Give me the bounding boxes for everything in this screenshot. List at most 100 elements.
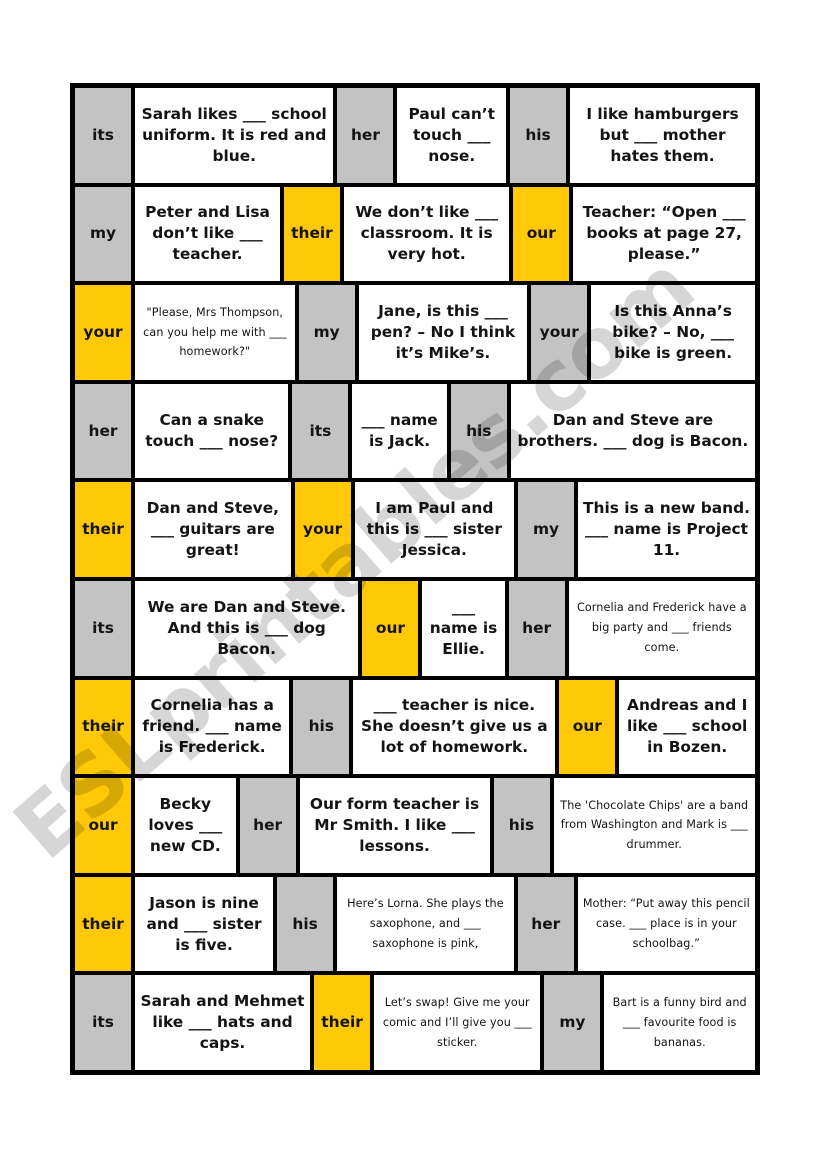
answer-word-cell[interactable]: its: [75, 975, 135, 1070]
sentence-text: "Please, Mrs Thompson, can you help me w…: [143, 305, 287, 359]
answer-word-label: my: [313, 323, 340, 342]
answer-word-label: their: [82, 520, 124, 539]
sentence-text: Dan and Steve are brothers. ___ dog is B…: [517, 411, 749, 451]
answer-word-cell[interactable]: his: [277, 876, 338, 972]
answer-word-cell[interactable]: their: [75, 876, 135, 972]
answer-word-cell[interactable]: his: [493, 778, 554, 873]
sentence-text: ___ name is Jack.: [361, 411, 438, 451]
answer-word-cell[interactable]: your: [531, 285, 592, 380]
sentence-card-cell[interactable]: Cornelia has a friend. ___ name is Frede…: [135, 679, 294, 775]
answer-word-label: its: [309, 421, 332, 440]
sentence-card-cell[interactable]: Dan and Steve are brothers. ___ dog is B…: [510, 383, 755, 479]
answer-word-cell[interactable]: my: [518, 482, 578, 577]
board-row: our Becky loves ___ new CD. her Our form te…: [75, 778, 755, 877]
sentence-card-cell[interactable]: Can a snake touch ___ nose?: [135, 383, 293, 479]
answer-word-cell[interactable]: his: [293, 679, 354, 775]
sentence-card-cell[interactable]: ___ teacher is nice. She doesn’t give us…: [353, 679, 560, 775]
answer-word-cell[interactable]: its: [75, 580, 135, 676]
sentence-card-cell[interactable]: Mother: “Put away this pencil case. ___ …: [577, 876, 755, 972]
sentence-text: Is this Anna’s bike? – No, ___ bike is g…: [612, 302, 734, 362]
sentence-text: Bart is a funny bird and ___ favourite f…: [612, 995, 747, 1049]
sentence-card-cell[interactable]: I like hamburgers but ___ mother hates t…: [570, 88, 756, 183]
sentence-text: Our form teacher is Mr Smith. I like ___…: [309, 795, 480, 855]
sentence-card-cell[interactable]: We don’t like ___ classroom. It is very …: [343, 186, 514, 282]
sentence-card-cell[interactable]: Our form teacher is Mr Smith. I like ___…: [299, 778, 494, 873]
answer-word-label: their: [82, 914, 124, 933]
sentence-card-cell[interactable]: I am Paul and this is ___ sister Jessica…: [354, 482, 518, 577]
answer-word-cell[interactable]: her: [508, 580, 569, 676]
sentence-text: Can a snake touch ___ nose?: [145, 411, 279, 451]
sentence-card-cell[interactable]: Jason is nine and ___ sister is five.: [135, 876, 278, 972]
sentence-card-cell[interactable]: Paul can’t touch ___ nose.: [397, 88, 511, 183]
answer-word-cell[interactable]: their: [314, 975, 375, 1070]
answer-word-cell[interactable]: my: [298, 285, 359, 380]
answer-word-label: my: [89, 224, 117, 243]
sentence-text: ___ name is Ellie.: [429, 597, 498, 658]
board-row: their Cornelia has a friend. ___ name is …: [75, 679, 755, 779]
board-row: its We are Dan and Steve. And this is ___…: [75, 580, 755, 680]
answer-word-cell[interactable]: their: [75, 482, 135, 577]
answer-word-cell[interactable]: our: [362, 580, 423, 676]
answer-word-cell[interactable]: their: [75, 679, 135, 775]
answer-word-cell[interactable]: her: [239, 778, 300, 873]
sentence-card-cell[interactable]: ___ name is Jack.: [352, 383, 451, 479]
answer-word-cell[interactable]: their: [283, 186, 344, 282]
sentence-card-cell[interactable]: Sarah likes ___ school uniform. It is re…: [135, 88, 338, 183]
domino-board: its Sarah likes ___ school uniform. It is…: [70, 83, 760, 1075]
sentence-text: Cornelia has a friend. ___ name is Frede…: [142, 696, 282, 757]
answer-word-label: our: [88, 815, 118, 834]
answer-word-label: her: [531, 914, 561, 933]
sentence-card-cell[interactable]: Dan and Steve, ___ guitars are great!: [135, 482, 295, 577]
sentence-card-cell[interactable]: Peter and Lisa don’t like ___ teacher.: [135, 186, 284, 282]
answer-word-label: its: [92, 1013, 114, 1032]
sentence-text: Paul can’t touch ___ nose.: [408, 104, 495, 165]
sentence-text: Here’s Lorna. She plays the saxophone, a…: [347, 897, 504, 951]
answer-word-cell[interactable]: my: [544, 975, 605, 1070]
answer-word-cell[interactable]: its: [75, 88, 135, 183]
answer-word-cell[interactable]: your: [294, 482, 355, 577]
sentence-text: ___ teacher is nice. She doesn’t give us…: [361, 696, 548, 757]
answer-word-label: my: [559, 1013, 586, 1032]
sentence-card-cell[interactable]: Becky loves ___ new CD.: [135, 778, 240, 873]
sentence-text: Sarah likes ___ school uniform. It is re…: [141, 104, 327, 165]
sentence-card-cell[interactable]: We are Dan and Steve. And this is ___ do…: [135, 580, 363, 676]
sentence-card-cell[interactable]: Here’s Lorna. She plays the saxophone, a…: [337, 876, 518, 972]
answer-word-cell[interactable]: her: [75, 383, 135, 479]
sentence-card-cell[interactable]: Is this Anna’s bike? – No, ___ bike is g…: [591, 285, 755, 380]
sentence-card-cell[interactable]: Teacher: “Open ___ books at page 27, ple…: [573, 186, 755, 282]
sentence-text: Jason is nine and ___ sister is five.: [146, 893, 262, 954]
answer-word-label: their: [321, 1013, 363, 1032]
sentence-card-cell[interactable]: Bart is a funny bird and ___ favourite f…: [604, 975, 755, 1070]
answer-word-cell[interactable]: its: [292, 383, 353, 479]
answer-word-label: her: [88, 421, 118, 440]
sentence-text: Becky loves ___ new CD.: [148, 795, 223, 855]
answer-word-cell[interactable]: my: [75, 186, 135, 282]
board-row: its Sarah and Mehmet like ___ hats and ca…: [75, 975, 755, 1070]
answer-word-cell[interactable]: our: [513, 186, 574, 282]
answer-word-label: your: [539, 323, 579, 342]
sentence-card-cell[interactable]: Jane, is this ___ pen? – No I think it’s…: [358, 285, 532, 380]
sentence-text: I am Paul and this is ___ sister Jessica…: [366, 499, 502, 560]
answer-word-cell[interactable]: your: [75, 285, 135, 380]
sentence-card-cell[interactable]: The 'Chocolate Chips' are a band from Wa…: [553, 778, 755, 873]
sentence-card-cell[interactable]: "Please, Mrs Thompson, can you help me w…: [135, 285, 299, 380]
answer-word-cell[interactable]: his: [450, 383, 511, 479]
answer-word-cell[interactable]: her: [337, 88, 398, 183]
sentence-card-cell[interactable]: Sarah and Mehmet like ___ hats and caps.: [135, 975, 315, 1070]
board-row: its Sarah likes ___ school uniform. It is…: [75, 88, 756, 187]
answer-word-label: his: [308, 717, 334, 736]
sentence-card-cell[interactable]: Andreas and I like ___ school in Bozen.: [619, 679, 755, 775]
sentence-text: We are Dan and Steve. And this is ___ do…: [147, 597, 346, 658]
sentence-card-cell[interactable]: Let’s swap! Give me your comic and I’ll …: [374, 975, 545, 1070]
answer-word-label: his: [508, 815, 535, 834]
sentence-card-cell[interactable]: Cornelia and Frederick have a big party …: [568, 580, 755, 676]
answer-word-label: his: [292, 914, 318, 933]
sentence-card-cell[interactable]: This is a new band. ___ name is Project …: [578, 482, 755, 577]
answer-word-cell[interactable]: his: [510, 88, 571, 183]
answer-word-cell[interactable]: our: [559, 679, 620, 775]
answer-word-cell[interactable]: our: [75, 778, 135, 873]
answer-word-label: her: [522, 618, 552, 637]
sentence-card-cell[interactable]: ___ name is Ellie.: [422, 580, 509, 676]
answer-word-cell[interactable]: her: [517, 876, 578, 972]
answer-word-label: their: [82, 717, 124, 736]
